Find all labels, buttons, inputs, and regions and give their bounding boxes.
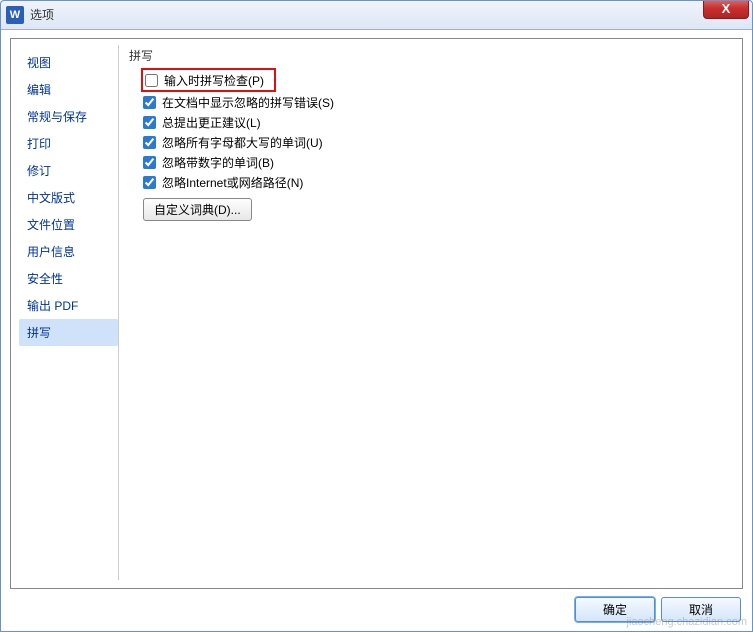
check-row-ignore-numbers[interactable]: 忽略带数字的单词(B) — [129, 152, 734, 172]
main-panel: 视图 编辑 常规与保存 打印 修订 中文版式 文件位置 用户信息 安全性 输出 … — [10, 38, 743, 589]
title-bar: W 选项 X — [0, 0, 753, 30]
sidebar-item-edit[interactable]: 编辑 — [19, 76, 118, 103]
sidebar-item-file-locations[interactable]: 文件位置 — [19, 211, 118, 238]
content-area: 视图 编辑 常规与保存 打印 修订 中文版式 文件位置 用户信息 安全性 输出 … — [0, 30, 753, 632]
check-row-show-ignored[interactable]: 在文档中显示忽略的拼写错误(S) — [129, 92, 734, 112]
checkbox-label: 输入时拼写检查(P) — [164, 72, 264, 89]
check-row-ignore-internet[interactable]: 忽略Internet或网络路径(N) — [129, 172, 734, 192]
sidebar-item-view[interactable]: 视图 — [19, 49, 118, 76]
checkbox-ignore-numbers[interactable] — [143, 156, 156, 169]
check-row-suggest[interactable]: 总提出更正建议(L) — [129, 112, 734, 132]
highlight-annotation: 输入时拼写检查(P) — [141, 68, 276, 92]
checkbox-ignore-uppercase[interactable] — [143, 136, 156, 149]
checkbox-spellcheck-typing[interactable] — [145, 74, 158, 87]
checkbox-label: 忽略Internet或网络路径(N) — [162, 174, 303, 191]
checkbox-suggest[interactable] — [143, 116, 156, 129]
sidebar-item-user-info[interactable]: 用户信息 — [19, 238, 118, 265]
sidebar-item-revisions[interactable]: 修订 — [19, 157, 118, 184]
checkbox-label: 总提出更正建议(L) — [162, 114, 261, 131]
check-row-ignore-uppercase[interactable]: 忽略所有字母都大写的单词(U) — [129, 132, 734, 152]
sidebar-item-security[interactable]: 安全性 — [19, 265, 118, 292]
cancel-button[interactable]: 取消 — [661, 597, 741, 622]
check-row-spellcheck-typing[interactable]: 输入时拼写检查(P) — [143, 70, 264, 90]
right-pane: 拼写 输入时拼写检查(P) 在文档中显示忽略的拼写错误(S) 总提出更正建议(L… — [119, 45, 734, 580]
checkbox-ignore-internet[interactable] — [143, 176, 156, 189]
checkbox-label: 忽略带数字的单词(B) — [162, 154, 274, 171]
checkbox-label: 在文档中显示忽略的拼写错误(S) — [162, 94, 334, 111]
sidebar-item-print[interactable]: 打印 — [19, 130, 118, 157]
sidebar-item-general-save[interactable]: 常规与保存 — [19, 103, 118, 130]
checkbox-show-ignored[interactable] — [143, 96, 156, 109]
ok-button[interactable]: 确定 — [575, 597, 655, 622]
checkbox-label: 忽略所有字母都大写的单词(U) — [162, 134, 323, 151]
sidebar-item-output-pdf[interactable]: 输出 PDF — [19, 292, 118, 319]
sidebar-item-chinese-layout[interactable]: 中文版式 — [19, 184, 118, 211]
window-title: 选项 — [30, 6, 54, 23]
footer: 确定 取消 — [10, 589, 743, 622]
section-title: 拼写 — [129, 47, 734, 64]
app-icon: W — [6, 6, 24, 24]
sidebar: 视图 编辑 常规与保存 打印 修订 中文版式 文件位置 用户信息 安全性 输出 … — [19, 45, 119, 580]
close-button[interactable]: X — [703, 0, 749, 19]
sidebar-item-spelling[interactable]: 拼写 — [19, 319, 118, 346]
custom-dictionary-button[interactable]: 自定义词典(D)... — [143, 198, 252, 221]
